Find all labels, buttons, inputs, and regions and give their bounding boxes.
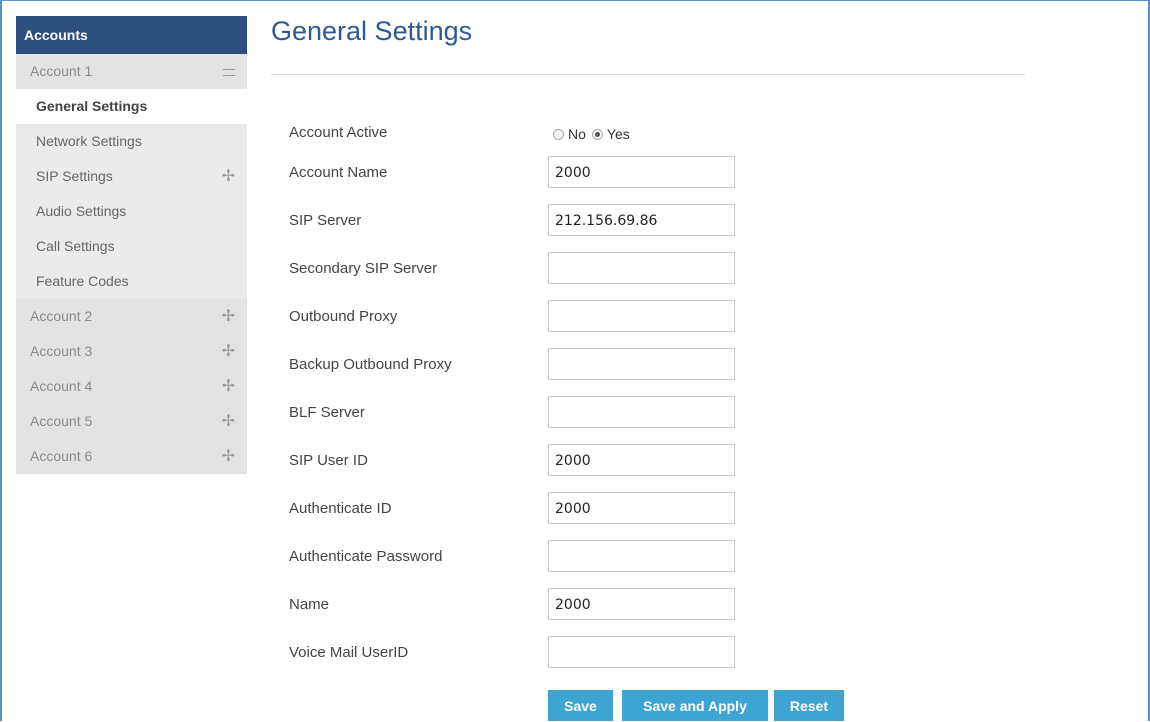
outbound-proxy-label: Outbound Proxy [289,308,398,325]
account-name-input[interactable]: 2000 [548,156,735,188]
sidebar-account-label: Account 3 [30,343,93,359]
sidebar-account-5[interactable]: Account 5 ✢ [16,404,247,439]
name-input[interactable]: 2000 [548,588,735,620]
collapse-icon[interactable] [223,54,235,89]
sidebar-item-audio-settings[interactable]: Audio Settings [16,194,247,229]
sidebar-item-label: Network Settings [36,133,142,149]
title-divider [271,74,1025,75]
expand-icon[interactable]: ✢ [222,369,235,404]
name-label: Name [289,596,330,613]
sidebar-account-label: Account 4 [30,378,93,394]
sidebar-account-label: Account 5 [30,413,93,429]
sidebar-account-label: Account 1 [30,63,93,79]
expand-icon[interactable]: ✢ [222,439,235,474]
sidebar-item-label: SIP Settings [36,168,113,184]
sidebar-item-network-settings[interactable]: Network Settings [16,124,247,159]
authenticate-password-input[interactable] [548,540,735,572]
sidebar-account-6[interactable]: Account 6 ✢ [16,439,247,474]
sidebar-item-label: General Settings [36,98,148,114]
sidebar-account-2[interactable]: Account 2 ✢ [16,299,247,334]
blf-server-input[interactable] [548,396,735,428]
save-and-apply-button[interactable]: Save and Apply [622,690,768,721]
sidebar-item-label: Audio Settings [36,203,127,219]
sip-server-input[interactable]: 212.156.69.86 [548,204,735,236]
sidebar-account-3[interactable]: Account 3 ✢ [16,334,247,369]
account-active-radio-group: No Yes [553,126,636,142]
account-name-label: Account Name [289,164,388,181]
radio-no-label: No [568,126,586,142]
voice-mail-userid-label: Voice Mail UserID [289,644,409,661]
account-1-submenu: General Settings Network Settings SIP Se… [16,89,247,299]
reset-button[interactable]: Reset [774,690,844,721]
sidebar-item-label: Feature Codes [36,273,129,289]
sidebar-account-label: Account 6 [30,448,93,464]
authenticate-id-input[interactable]: 2000 [548,492,735,524]
expand-icon[interactable]: ✢ [222,159,235,194]
radio-yes[interactable] [591,128,603,140]
secondary-sip-server-label: Secondary SIP Server [289,260,438,277]
sidebar-item-label: Call Settings [36,238,115,254]
sidebar-item-sip-settings[interactable]: SIP Settings ✢ [16,159,247,194]
radio-yes-label: Yes [606,126,630,142]
authenticate-id-label: Authenticate ID [289,500,392,517]
blf-server-label: BLF Server [289,404,365,421]
authenticate-password-label: Authenticate Password [289,548,443,565]
sidebar-account-4[interactable]: Account 4 ✢ [16,369,247,404]
sidebar-header: Accounts [16,16,247,54]
sidebar-item-general-settings[interactable]: General Settings [16,89,247,124]
sidebar-account-1[interactable]: Account 1 [16,54,247,89]
expand-icon[interactable]: ✢ [222,404,235,439]
backup-outbound-proxy-label: Backup Outbound Proxy [289,356,452,373]
secondary-sip-server-input[interactable] [548,252,735,284]
sip-user-id-label: SIP User ID [289,452,368,469]
sidebar: Accounts Account 1 General Settings Netw… [16,16,247,474]
voice-mail-userid-input[interactable] [548,636,735,668]
sidebar-item-feature-codes[interactable]: Feature Codes [16,264,247,299]
sip-user-id-input[interactable]: 2000 [548,444,735,476]
sip-server-label: SIP Server [289,212,362,229]
account-active-label: Account Active [289,124,388,141]
window-frame-left [0,0,2,721]
page-title: General Settings [271,16,473,46]
radio-no[interactable] [553,128,564,140]
sidebar-item-call-settings[interactable]: Call Settings [16,229,247,264]
backup-outbound-proxy-input[interactable] [548,348,735,380]
expand-icon[interactable]: ✢ [222,334,235,369]
outbound-proxy-input[interactable] [548,300,735,332]
sidebar-account-label: Account 2 [30,308,93,324]
expand-icon[interactable]: ✢ [222,299,235,334]
save-button[interactable]: Save [548,690,613,721]
window-frame-top [0,0,1150,1]
